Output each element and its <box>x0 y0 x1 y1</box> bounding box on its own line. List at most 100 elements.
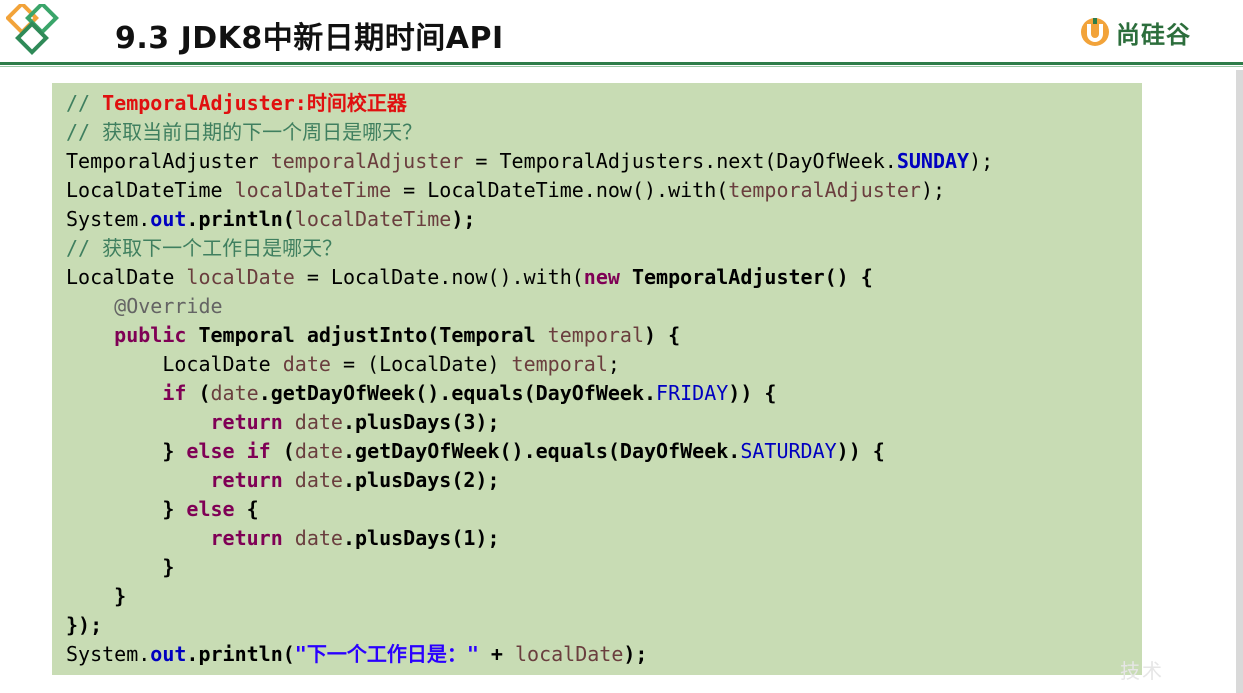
code-line: System.out.println(localDateTime); <box>66 205 993 234</box>
code-token: if <box>162 381 187 405</box>
code-token: System. <box>66 207 151 231</box>
code-token: else if <box>186 439 271 463</box>
slide-header: 9.3 JDK8中新日期时间API 尚硅谷 <box>0 0 1243 62</box>
code-line: } else if (date.getDayOfWeek().equals(Da… <box>66 437 993 466</box>
code-token: TemporalAdjuster:时间校正器 <box>102 91 407 115</box>
code-token: { <box>234 497 259 521</box>
code-line: LocalDateTime localDateTime = LocalDateT… <box>66 176 993 205</box>
brand-logo: 尚硅谷 <box>1080 14 1191 50</box>
code-token: date <box>294 410 343 434</box>
code-token: .plusDays(1); <box>342 526 500 550</box>
code-token: out <box>150 642 187 666</box>
code-line: @Override <box>66 292 993 321</box>
code-token: LocalDateTime <box>66 178 235 202</box>
code-block: // TemporalAdjuster:时间校正器// 获取当前日期的下一个周日… <box>66 89 993 669</box>
code-token: ( <box>186 381 211 405</box>
brand-name: 尚硅谷 <box>1116 20 1191 49</box>
code-token: // 获取当前日期的下一个周日是哪天？ <box>66 120 423 144</box>
code-token: date <box>294 526 343 550</box>
code-line: } <box>66 553 993 582</box>
slide-title: 9.3 JDK8中新日期时间API <box>115 21 504 56</box>
code-token: "下一个工作日是：" <box>294 642 479 666</box>
code-token: SATURDAY <box>740 439 837 463</box>
code-token: @Override <box>114 294 223 318</box>
code-token: .plusDays(2); <box>342 468 500 492</box>
code-token: SUNDAY <box>896 149 970 173</box>
code-token: = LocalDate.now().with( <box>294 265 584 289</box>
header-divider-thin <box>0 66 1243 67</box>
code-token: localDateTime <box>294 207 452 231</box>
code-token: // 获取下一个工作日是哪天？ <box>66 236 343 260</box>
code-token: temporalAdjuster <box>270 149 464 173</box>
code-token: = (LocalDate) <box>330 352 512 376</box>
code-token: ); <box>969 149 994 173</box>
code-line: } <box>66 582 993 611</box>
code-token: public <box>114 323 187 347</box>
code-token: return <box>210 410 283 434</box>
window-edge <box>1236 70 1243 693</box>
brand-u-icon <box>1081 18 1109 46</box>
code-token: } <box>66 584 127 608</box>
code-line: LocalDate date = (LocalDate) temporal; <box>66 350 993 379</box>
code-token: } <box>66 497 187 521</box>
code-token: return <box>210 526 283 550</box>
code-line: } else { <box>66 495 993 524</box>
code-token: Temporal adjustInto(Temporal <box>186 323 548 347</box>
code-token: }); <box>66 613 103 637</box>
code-line: }); <box>66 611 993 640</box>
code-token: .println( <box>186 207 295 231</box>
code-token: .getDayOfWeek().equals(DayOfWeek. <box>342 439 741 463</box>
code-token: TemporalAdjuster() { <box>619 265 873 289</box>
code-line: return date.plusDays(1); <box>66 524 993 553</box>
code-token: localDateTime <box>234 178 392 202</box>
code-token: date <box>294 439 343 463</box>
code-line: return date.plusDays(2); <box>66 466 993 495</box>
code-token: return <box>210 468 283 492</box>
code-token: )) { <box>728 381 777 405</box>
code-token: date <box>282 352 331 376</box>
code-token: new <box>583 265 620 289</box>
code-token: ); <box>920 178 946 202</box>
code-line: LocalDate localDate = LocalDate.now().wi… <box>66 263 993 292</box>
code-token: )) { <box>836 439 885 463</box>
code-line: TemporalAdjuster temporalAdjuster = Temp… <box>66 147 993 176</box>
code-token: .getDayOfWeek().equals(DayOfWeek. <box>258 381 657 405</box>
code-token: localDate <box>186 265 295 289</box>
code-line: System.out.println("下一个工作日是：" + localDat… <box>66 640 993 669</box>
code-line: public Temporal adjustInto(Temporal temp… <box>66 321 993 350</box>
code-token: System. <box>66 642 151 666</box>
code-line: // 获取当前日期的下一个周日是哪天？ <box>66 118 993 147</box>
code-line: // 获取下一个工作日是哪天？ <box>66 234 993 263</box>
code-token: .println( <box>186 642 295 666</box>
header-divider <box>0 62 1243 65</box>
code-token: = LocalDateTime.now().with( <box>391 178 729 202</box>
code-token: ) { <box>643 323 681 347</box>
code-line: if (date.getDayOfWeek().equals(DayOfWeek… <box>66 379 993 408</box>
diamond-logo-icon <box>6 4 59 55</box>
code-token: ; <box>607 352 620 376</box>
code-token: date <box>294 468 343 492</box>
code-token: // <box>66 91 103 115</box>
code-token: out <box>150 207 187 231</box>
code-token: = TemporalAdjusters.next(DayOfWeek. <box>463 149 897 173</box>
code-token: LocalDate <box>66 265 187 289</box>
code-token: FRIDAY <box>656 381 729 405</box>
code-token: temporalAdjuster <box>728 178 921 202</box>
code-token: else <box>186 497 235 521</box>
code-token: ); <box>623 642 648 666</box>
code-token: + <box>478 642 516 666</box>
code-token: temporal <box>511 352 608 376</box>
code-line: return date.plusDays(3); <box>66 408 993 437</box>
code-token: } <box>66 555 175 579</box>
code-line: // TemporalAdjuster:时间校正器 <box>66 89 993 118</box>
code-token: ); <box>451 207 476 231</box>
